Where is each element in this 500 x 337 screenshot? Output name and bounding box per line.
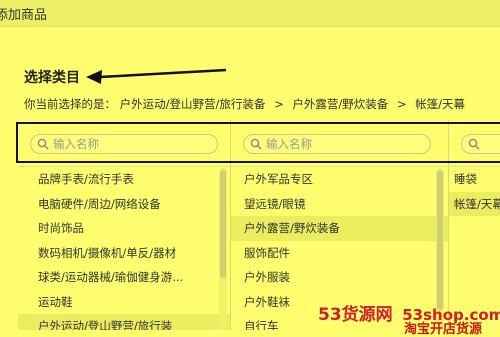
path-segment-1: 户外运动/登山野营/旅行装备	[119, 97, 266, 111]
list-item[interactable]: 户外服装	[231, 265, 448, 290]
column-search-area	[18, 120, 230, 167]
watermark-brand: 53货源网	[318, 305, 393, 325]
list-item[interactable]: 球类/运动器械/瑜伽健身游...	[18, 265, 230, 290]
list-item[interactable]: 电脑硬件/周边/网络设备	[18, 192, 230, 217]
search-input[interactable]	[53, 137, 217, 151]
scrollbar[interactable]	[219, 168, 227, 330]
path-separator: >	[396, 97, 407, 111]
window-titlebar: 添加商品	[0, 0, 500, 27]
search-icon	[468, 138, 480, 150]
category-list: 睡袋 帐篷/天幕	[449, 167, 500, 216]
category-column-1: 品牌手表/流行手表 电脑硬件/周边/网络设备 时尚饰品 数码相机/摄像机/单反/…	[18, 120, 231, 330]
column-search-area	[231, 120, 448, 167]
category-column-3: 睡袋 帐篷/天幕	[449, 120, 500, 330]
column-search-area	[449, 120, 500, 167]
list-item-selected[interactable]: 户外运动/登山野营/旅行装	[18, 314, 230, 330]
list-item[interactable]: 数码相机/摄像机/单反/器材	[18, 241, 230, 266]
section-title: 选择类目	[24, 70, 80, 86]
list-item[interactable]: 时尚饰品	[18, 216, 230, 241]
window-title: 添加商品	[0, 8, 48, 23]
list-item[interactable]: 睡袋	[449, 167, 500, 192]
list-item-selected[interactable]: 帐篷/天幕	[449, 191, 500, 216]
search-icon	[250, 138, 262, 150]
list-item[interactable]: 服饰配件	[231, 241, 448, 266]
path-separator: >	[274, 97, 284, 111]
watermark: 53货源网 53shop.com 淘宝开店货源	[318, 300, 500, 337]
list-item[interactable]: 户外军品专区	[231, 167, 448, 192]
current-category-path: 你当前选择的是： 户外运动/登山野营/旅行装备 > 户外露营/野炊装备 > 帐篷…	[24, 96, 465, 112]
scrollbar-thumb[interactable]	[220, 170, 226, 278]
category-column-2: 户外军品专区 望远镜/眼镜 户外露营/野炊装备 服饰配件 户外服装 户外鞋袜 自…	[231, 120, 449, 330]
list-item[interactable]: 品牌手表/流行手表	[18, 167, 230, 192]
category-list: 品牌手表/流行手表 电脑硬件/周边/网络设备 时尚饰品 数码相机/摄像机/单反/…	[18, 167, 230, 330]
search-box	[461, 134, 500, 154]
list-item[interactable]: 运动鞋	[18, 290, 230, 315]
watermark-slogan: 淘宝开店货源	[404, 322, 483, 337]
path-segment-3: 帐篷/天幕	[415, 97, 466, 111]
path-prefix: 你当前选择的是：	[24, 97, 116, 111]
list-item[interactable]: 望远镜/眼镜	[231, 192, 448, 217]
search-box	[243, 134, 431, 154]
list-item-selected[interactable]: 户外露营/野炊装备	[231, 216, 448, 241]
search-input[interactable]	[266, 137, 430, 151]
category-panels: 品牌手表/流行手表 电脑硬件/周边/网络设备 时尚饰品 数码相机/摄像机/单反/…	[18, 120, 500, 330]
search-box	[30, 134, 218, 154]
path-segment-2: 户外露营/野炊装备	[292, 97, 389, 111]
search-icon	[37, 138, 49, 150]
scrollbar-thumb[interactable]	[437, 170, 443, 310]
